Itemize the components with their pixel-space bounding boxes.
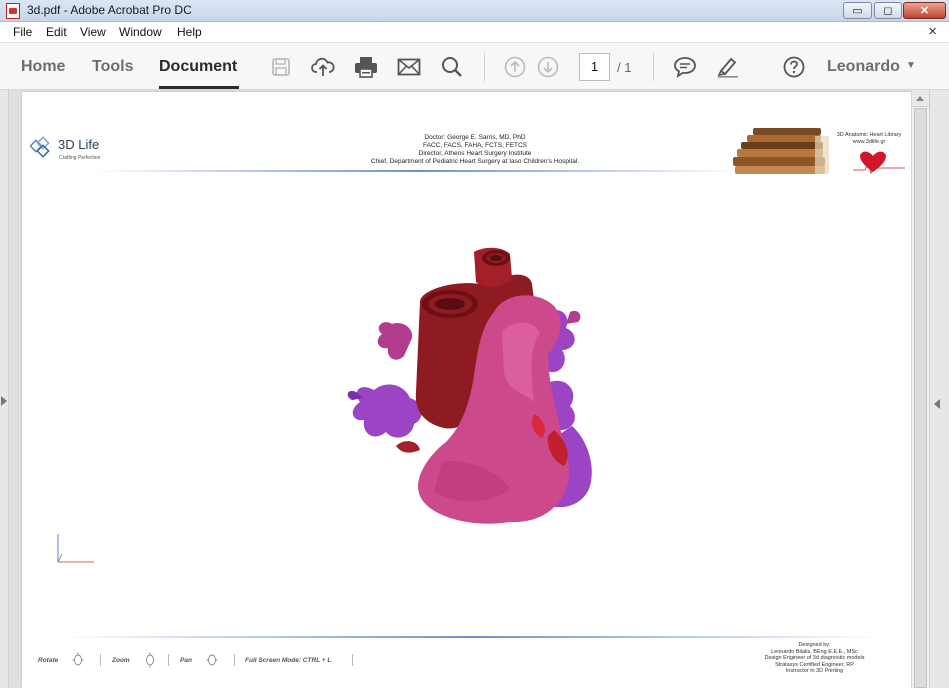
fullscreen-shortcut-label: Full Screen Mode: CTRL + L bbox=[245, 657, 332, 664]
library-url: www.3dlife.gr bbox=[852, 139, 886, 145]
close-document-icon[interactable]: × bbox=[928, 23, 937, 40]
help-icon[interactable] bbox=[782, 55, 806, 79]
zoom-label: Zoom bbox=[112, 657, 130, 664]
footer-separator bbox=[100, 654, 101, 666]
search-icon[interactable] bbox=[440, 55, 464, 79]
prev-page-icon[interactable] bbox=[503, 55, 527, 79]
chevron-down-icon[interactable]: ▼ bbox=[906, 60, 916, 71]
rotate-icon[interactable] bbox=[72, 652, 84, 668]
upload-icon[interactable] bbox=[311, 55, 335, 79]
header-line: Director, Athens Heart Surgery Institute bbox=[418, 150, 532, 157]
header-line: Doctor: George E. Sarris, MD, PhD bbox=[424, 134, 526, 141]
menu-file[interactable]: File bbox=[13, 25, 32, 39]
window-titlebar: 3d.pdf - Adobe Acrobat Pro DC ▭ ◻ ✕ bbox=[0, 0, 949, 22]
3dlife-logo-icon bbox=[30, 136, 50, 158]
document-workspace: 3D Life Crafting Perfection Doctor: Geor… bbox=[0, 90, 949, 688]
tab-tools[interactable]: Tools bbox=[92, 58, 133, 76]
right-pane-toggle[interactable] bbox=[929, 90, 949, 688]
pan-label: Pan bbox=[180, 657, 192, 664]
minimize-button[interactable]: ▭ bbox=[843, 2, 872, 19]
maximize-icon: ◻ bbox=[883, 5, 893, 17]
menu-help[interactable]: Help bbox=[177, 25, 202, 39]
zoom-icon[interactable] bbox=[144, 652, 156, 668]
footer-separator bbox=[168, 654, 169, 666]
menu-window[interactable]: Window bbox=[119, 25, 162, 39]
page-number-input[interactable]: 1 bbox=[579, 53, 610, 81]
maximize-button[interactable]: ◻ bbox=[874, 2, 902, 19]
vertical-scrollbar[interactable] bbox=[911, 90, 929, 688]
header-line: Chief, Department of Pediatric Heart Sur… bbox=[370, 158, 580, 165]
close-icon: ✕ bbox=[919, 5, 930, 17]
header-line: FACC, FACS, FAHA, FCTS, FETCS bbox=[422, 142, 527, 149]
3d-axes-icon bbox=[57, 534, 94, 563]
menu-bar: File Edit View Window Help × bbox=[0, 22, 949, 42]
pdf-app-icon bbox=[6, 3, 20, 19]
toolbar-separator bbox=[484, 53, 485, 81]
close-window-button[interactable]: ✕ bbox=[903, 2, 946, 19]
scroll-up-icon[interactable] bbox=[912, 90, 929, 107]
save-icon[interactable] bbox=[269, 55, 293, 79]
email-icon[interactable] bbox=[397, 55, 421, 79]
menu-view[interactable]: View bbox=[80, 25, 106, 39]
next-page-icon[interactable] bbox=[536, 55, 560, 79]
main-toolbar: Home Tools Document 1 / 1 Leonardo ▼ bbox=[0, 42, 949, 90]
page-total: / 1 bbox=[617, 60, 632, 75]
left-pane-toggle[interactable] bbox=[0, 90, 9, 688]
print-icon[interactable] bbox=[354, 55, 378, 79]
highlight-icon[interactable] bbox=[716, 55, 740, 79]
pdf-page: 3D Life Crafting Perfection Doctor: Geor… bbox=[22, 92, 911, 688]
pan-icon[interactable] bbox=[206, 652, 218, 668]
tab-home[interactable]: Home bbox=[21, 58, 65, 76]
footer-separator bbox=[352, 654, 353, 666]
active-tab-indicator bbox=[159, 86, 239, 89]
footer-separator bbox=[234, 654, 235, 666]
expand-right-icon bbox=[934, 399, 940, 409]
footer-divider bbox=[62, 636, 882, 638]
toolbar-separator bbox=[653, 53, 654, 81]
library-title: 3D Anatomic Heart Library bbox=[836, 132, 902, 138]
header-divider bbox=[92, 170, 742, 172]
expand-left-icon bbox=[1, 396, 7, 406]
doctor-credentials: Doctor: George E. Sarris, MD, PhD FACC, … bbox=[322, 134, 628, 166]
window-title: 3d.pdf - Adobe Acrobat Pro DC bbox=[27, 3, 192, 17]
comment-icon[interactable] bbox=[673, 55, 697, 79]
logo-name: 3D Life bbox=[58, 137, 100, 152]
minimize-icon: ▭ bbox=[852, 5, 863, 17]
3d-heart-model[interactable] bbox=[334, 242, 604, 532]
scrollbar-thumb[interactable] bbox=[914, 108, 927, 688]
user-menu[interactable]: Leonardo bbox=[827, 58, 900, 76]
credit-line: Instructor in 3D Printing bbox=[785, 668, 844, 674]
rotate-label: Rotate bbox=[38, 657, 59, 664]
tab-document[interactable]: Document bbox=[159, 58, 237, 76]
designer-credits: Designed by: Leonardo Bilalis, BEng E.E.… bbox=[732, 642, 897, 675]
menu-edit[interactable]: Edit bbox=[46, 25, 67, 39]
logo-tagline: Crafting Perfection bbox=[59, 155, 101, 161]
